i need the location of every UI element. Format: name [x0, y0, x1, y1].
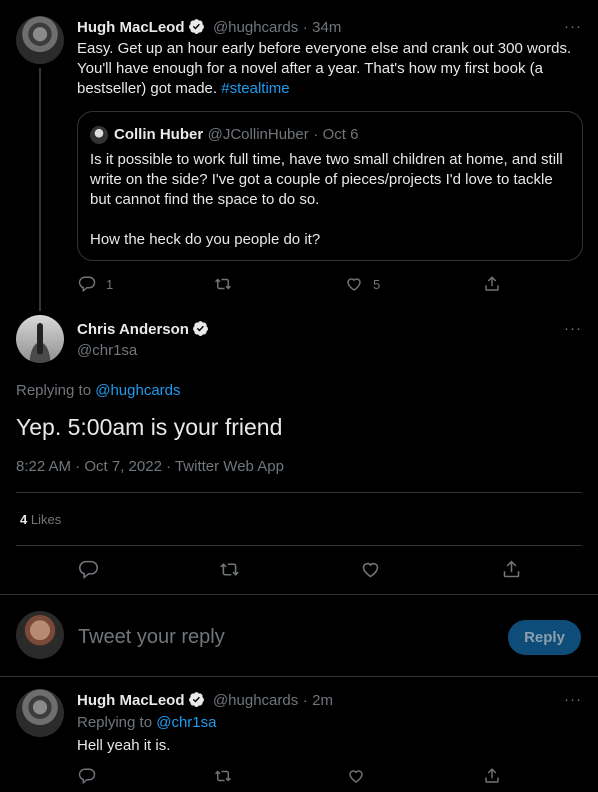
author-name[interactable]: Chris Anderson [77, 321, 189, 338]
tweet-header: Hugh MacLeod @hughcards · 2m [77, 691, 333, 710]
more-icon[interactable]: ··· [564, 320, 582, 337]
reply-input[interactable]: Tweet your reply [78, 626, 225, 649]
like-button[interactable]: 5 [345, 275, 380, 293]
quoted-text-line: How the heck do you people do it? [90, 231, 321, 248]
share-button[interactable] [483, 767, 501, 785]
reply-button[interactable] [78, 559, 99, 580]
avatar[interactable] [16, 16, 64, 64]
reply-submit-button[interactable]: Reply [508, 620, 581, 655]
replying-to-handle[interactable]: @chr1sa [156, 714, 216, 731]
reply-count: 1 [106, 276, 114, 292]
verified-icon [188, 19, 204, 34]
tweet-header: Hugh MacLeod @hughcards · 34m [77, 18, 341, 37]
divider [0, 676, 598, 677]
main-tweet-text: Yep. 5:00am is your friend [16, 414, 283, 440]
more-icon[interactable]: ··· [564, 18, 582, 35]
timestamp[interactable]: 34m [312, 19, 341, 36]
tweet-meta[interactable]: 8:22 AM · Oct 7, 2022 · Twitter Web App [16, 458, 284, 475]
timestamp[interactable]: 2m [312, 692, 333, 709]
retweet-icon [214, 767, 232, 785]
retweet-icon [214, 275, 232, 293]
retweet-button[interactable] [214, 275, 242, 293]
tweet-header: Chris Anderson [77, 320, 209, 339]
author-handle[interactable]: @hughcards [213, 19, 298, 36]
time-separator: · [302, 692, 308, 709]
like-button[interactable] [347, 767, 365, 785]
divider [16, 492, 582, 493]
author-handle[interactable]: @chr1sa [77, 342, 137, 359]
hashtag-link[interactable]: #stealtime [221, 80, 289, 97]
retweet-icon [219, 559, 240, 580]
replying-to-label: Replying to [16, 382, 96, 399]
author-name[interactable]: Hugh MacLeod [77, 692, 185, 709]
replying-to-handle[interactable]: @hughcards [95, 382, 180, 399]
more-icon[interactable]: ··· [564, 691, 582, 708]
avatar[interactable] [16, 611, 64, 659]
time-separator: · [313, 126, 319, 143]
author-name[interactable]: Hugh MacLeod [77, 19, 185, 36]
replying-to: Replying to @hughcards [16, 382, 181, 399]
quoted-text-line: write on the side? I've got a couple of … [90, 171, 553, 188]
replying-to: Replying to @chr1sa [77, 714, 216, 731]
avatar [90, 126, 108, 144]
reply-button[interactable] [78, 767, 96, 785]
quoted-text-line: but cannot find the space to do so. [90, 191, 320, 208]
tweet-text-part: bestseller) got made. [77, 80, 222, 97]
divider [0, 594, 598, 595]
tweet-text: Hell yeah it is. [77, 737, 171, 754]
tweet-text: Easy. Get up an hour early before everyo… [77, 39, 587, 99]
retweet-button[interactable] [219, 559, 240, 580]
share-icon [483, 275, 501, 293]
share-button[interactable] [483, 275, 501, 293]
avatar[interactable] [16, 689, 64, 737]
like-icon [360, 559, 381, 580]
author-handle[interactable]: @hughcards [213, 692, 298, 709]
author-handle: @JCollinHuber [207, 126, 309, 143]
retweet-button[interactable] [214, 767, 232, 785]
reply-icon [78, 559, 99, 580]
reply-icon [78, 767, 96, 785]
verified-icon [188, 692, 204, 707]
tweet-text-line: You'll have enough for a novel after a y… [77, 60, 543, 77]
avatar[interactable] [16, 315, 64, 363]
replying-to-label: Replying to [77, 714, 157, 731]
reply-icon [78, 275, 96, 293]
time-separator: · [302, 19, 308, 36]
thread-line [39, 68, 41, 311]
share-icon [483, 767, 501, 785]
author-name: Collin Huber [114, 126, 204, 143]
verified-icon [193, 321, 208, 336]
likes-label: Likes [30, 512, 62, 527]
likes-count: 4 [20, 512, 28, 527]
quoted-text: Is it possible to work full time, have t… [90, 150, 580, 250]
reply-button[interactable]: 1 [78, 275, 113, 293]
like-count: 5 [373, 276, 381, 292]
divider [16, 545, 582, 546]
like-button[interactable] [360, 559, 381, 580]
like-icon [345, 275, 363, 293]
quoted-tweet[interactable]: Collin Huber @JCollinHuber · Oct 6 Is it… [77, 111, 583, 261]
timestamp: Oct 6 [322, 126, 359, 143]
tweet-text-line: Easy. Get up an hour early before everyo… [77, 40, 572, 57]
quoted-header: Collin Huber @JCollinHuber · Oct 6 [114, 126, 359, 144]
share-button[interactable] [501, 559, 522, 580]
share-icon [501, 559, 522, 580]
likes-stat[interactable]: 4 Likes [20, 512, 61, 527]
like-icon [347, 767, 365, 785]
quoted-text-line: Is it possible to work full time, have t… [90, 151, 563, 168]
tweet-text-line: bestseller) got made. #stealtime [77, 79, 587, 99]
